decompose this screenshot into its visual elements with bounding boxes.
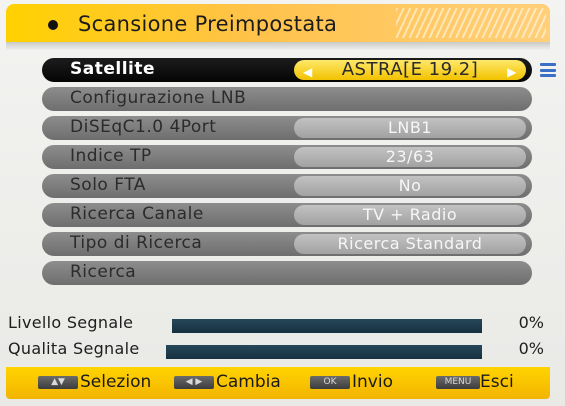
menu-row-label: Ricerca <box>70 262 137 282</box>
signal-level-label: Livello Segnale <box>8 313 134 332</box>
signal-quality-bar <box>166 345 482 359</box>
diseqc-value[interactable]: LNB1 <box>294 118 526 138</box>
settings-menu: Satellite ◀ ASTRA[E 19.2] ▶ Configurazio… <box>42 58 556 290</box>
menu-row-indice-tp[interactable]: Indice TP 23/63 <box>42 145 532 169</box>
menu-row-label: Ricerca Canale <box>70 204 204 224</box>
footer-label-esci: Esci <box>480 372 514 392</box>
menu-row-label: Indice TP <box>70 146 152 166</box>
menu-row-label: DiSEqC1.0 4Port <box>70 117 217 137</box>
footer-legend: ▲▼ Selezion ◀ ▶ Cambia OK Invio MENU Esc… <box>6 367 550 399</box>
header-bar: Scansione Preimpostata <box>6 4 550 42</box>
tp-index-value[interactable]: 23/63 <box>294 147 526 167</box>
signal-quality-label: Qualita Segnale <box>8 339 140 358</box>
up-down-key-icon: ▲▼ <box>38 376 78 389</box>
footer-label-invio: Invio <box>352 372 393 392</box>
search-type-value[interactable]: Ricerca Standard <box>294 234 526 254</box>
menu-row-satellite[interactable]: Satellite ◀ ASTRA[E 19.2] ▶ <box>42 58 556 82</box>
menu-row-solo-fta[interactable]: Solo FTA No <box>42 174 532 198</box>
signal-quality-percent: 0% <box>518 339 544 358</box>
header-divider <box>6 42 550 50</box>
footer-label-cambia: Cambia <box>216 372 281 392</box>
menu-key-icon: MENU <box>436 376 480 389</box>
menu-row-diseqc[interactable]: DiSEqC1.0 4Port LNB1 <box>42 116 532 140</box>
satellite-selector[interactable]: ◀ ASTRA[E 19.2] ▶ <box>294 60 526 80</box>
menu-row-tipo-di-ricerca[interactable]: Tipo di Ricerca Ricerca Standard <box>42 232 532 256</box>
channel-search-value[interactable]: TV + Radio <box>294 205 526 225</box>
menu-row-ricerca[interactable]: Ricerca <box>42 261 532 285</box>
osd-screen: Scansione Preimpostata Satellite ◀ ASTRA… <box>0 0 565 406</box>
arrow-left-icon[interactable]: ◀ <box>303 62 313 82</box>
menu-row-ricerca-canale[interactable]: Ricerca Canale TV + Radio <box>42 203 532 227</box>
footer-label-selezion: Selezion <box>80 372 152 392</box>
arrow-right-icon[interactable]: ▶ <box>507 62 517 82</box>
signal-quality: Qualita Segnale 0% <box>8 339 548 363</box>
signal-level: Livello Segnale 0% <box>8 313 548 337</box>
decorative-stripes <box>396 8 546 38</box>
menu-row-label: Configurazione LNB <box>70 88 247 108</box>
page-title: Scansione Preimpostata <box>78 12 338 36</box>
menu-row-label: Solo FTA <box>70 175 146 195</box>
list-icon[interactable] <box>540 63 556 77</box>
signal-level-bar <box>172 319 482 333</box>
fta-value[interactable]: No <box>294 176 526 196</box>
menu-row-label: Satellite <box>70 59 156 79</box>
bullet-icon <box>48 20 58 30</box>
ok-key-icon: OK <box>310 376 350 389</box>
menu-row-label: Tipo di Ricerca <box>70 233 203 253</box>
left-right-key-icon: ◀ ▶ <box>174 376 214 389</box>
signal-level-percent: 0% <box>518 313 544 332</box>
menu-row-configurazione-lnb[interactable]: Configurazione LNB <box>42 87 532 111</box>
satellite-value: ASTRA[E 19.2] <box>341 59 479 80</box>
